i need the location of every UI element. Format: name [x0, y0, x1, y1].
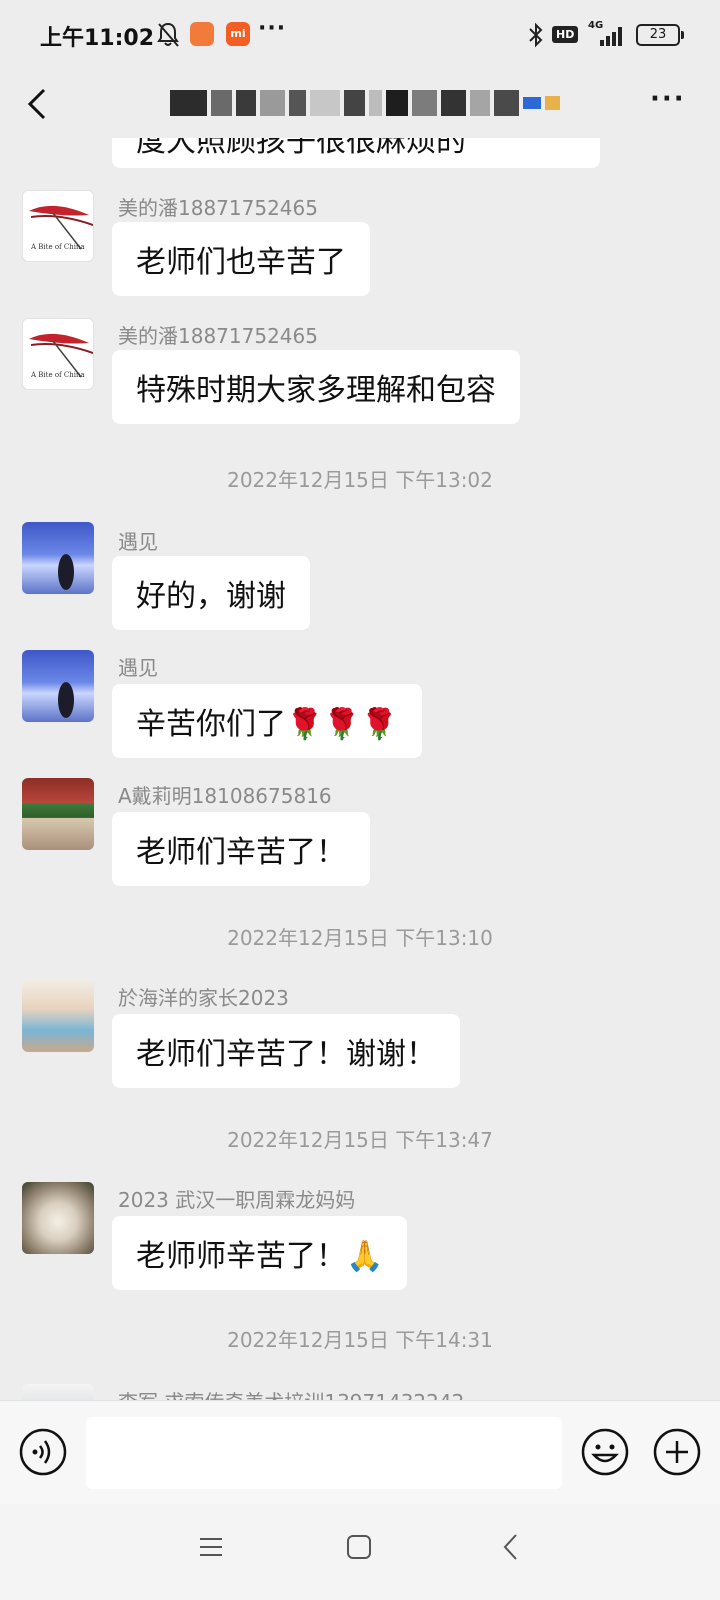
back-arrow-icon[interactable] [18, 82, 58, 126]
message-text: 好的，谢谢 [136, 579, 286, 614]
message-text: 老师们也辛苦了 [136, 245, 346, 280]
avatar[interactable] [22, 778, 94, 850]
message-bubble[interactable]: 老师们辛苦了！ [112, 812, 370, 886]
message-text: 特殊时期大家多理解和包容 [136, 373, 496, 408]
avatar-caption: A Bite of China [30, 371, 85, 379]
sky-avatar-image [58, 682, 74, 718]
message-timestamp: 2022年12月15日 下午14:31 [227, 1328, 493, 1352]
chat-messages[interactable]: 度大照顾孩子很很麻烦的 A Bite of China 美的潘188717524… [0, 138, 720, 1400]
signal-icon [600, 27, 622, 46]
sender-name: 李军 求索传奇美术培训13971432242 [118, 1386, 464, 1400]
message-input[interactable] [86, 1417, 562, 1489]
avatar[interactable] [22, 980, 94, 1052]
sender-name: A戴莉明18108675816 [118, 784, 332, 808]
avatar[interactable]: A Bite of China [22, 318, 94, 390]
avatar[interactable] [22, 1384, 94, 1400]
avatar-caption: A Bite of China [30, 243, 85, 251]
sender-name: 遇见 [118, 530, 158, 554]
hd-badge: HD [552, 26, 579, 43]
message-text: 度大照顾孩子很很麻烦的 [136, 138, 466, 159]
avatar[interactable]: A Bite of China [22, 190, 94, 262]
message-bubble[interactable]: 度大照顾孩子很很麻烦的 [112, 138, 600, 168]
message-timestamp: 2022年12月15日 下午13:10 [227, 926, 493, 950]
message-text: 辛苦你们了🌹🌹🌹 [136, 707, 399, 742]
system-nav-bar [0, 1504, 720, 1600]
mi-app-icon: mi [226, 22, 250, 46]
avatar[interactable] [22, 650, 94, 722]
message-bubble[interactable]: 辛苦你们了🌹🌹🌹 [112, 684, 423, 758]
status-time: 上午11:02 [40, 26, 155, 51]
avatar[interactable] [22, 1182, 94, 1254]
plus-icon[interactable] [652, 1427, 702, 1477]
message-bubble[interactable]: 特殊时期大家多理解和包容 [112, 350, 520, 424]
more-options-button[interactable]: ··· [650, 84, 686, 114]
message-text: 老师师辛苦了！🙏 [136, 1239, 384, 1274]
message-timestamp: 2022年12月15日 下午13:47 [227, 1128, 493, 1152]
shopping-app-icon [190, 22, 214, 46]
chat-title-pixelated [170, 86, 561, 120]
nav-back-icon[interactable] [500, 1532, 522, 1562]
sky-avatar-image [58, 554, 74, 590]
message-text: 老师们辛苦了！谢谢！ [136, 1037, 436, 1072]
bell-off-icon [157, 22, 179, 47]
message-bubble[interactable]: 好的，谢谢 [112, 556, 310, 630]
chat-header: ··· [0, 70, 720, 138]
sender-name: 美的潘18871752465 [118, 196, 318, 220]
battery-icon: 23 [636, 24, 684, 46]
voice-icon[interactable] [18, 1427, 68, 1477]
more-notifications-icon: ··· [258, 16, 287, 41]
sender-name: 遇见 [118, 656, 158, 680]
message-text: 老师们辛苦了！ [136, 835, 346, 870]
nav-menu-icon[interactable] [198, 1534, 224, 1560]
status-bar: 上午11:02 mi ··· HD 4G 23 [0, 0, 720, 70]
bite-of-china-avatar-image: A Bite of China [29, 333, 93, 379]
sender-name: 美的潘18871752465 [118, 324, 318, 348]
bluetooth-icon [529, 22, 543, 48]
input-bar [0, 1400, 720, 1504]
message-bubble[interactable]: 老师师辛苦了！🙏 [112, 1216, 408, 1290]
message-bubble[interactable]: 老师们辛苦了！谢谢！ [112, 1014, 460, 1088]
emoji-icon[interactable] [580, 1427, 630, 1477]
sender-name: 2023 武汉一职周霖龙妈妈 [118, 1188, 356, 1212]
message-bubble[interactable]: 老师们也辛苦了 [112, 222, 370, 296]
nav-home-icon[interactable] [346, 1534, 372, 1560]
avatar[interactable] [22, 522, 94, 594]
bite-of-china-avatar-image: A Bite of China [29, 205, 93, 251]
message-timestamp: 2022年12月15日 下午13:02 [227, 468, 493, 492]
sender-name: 於海洋的家长2023 [118, 986, 289, 1010]
